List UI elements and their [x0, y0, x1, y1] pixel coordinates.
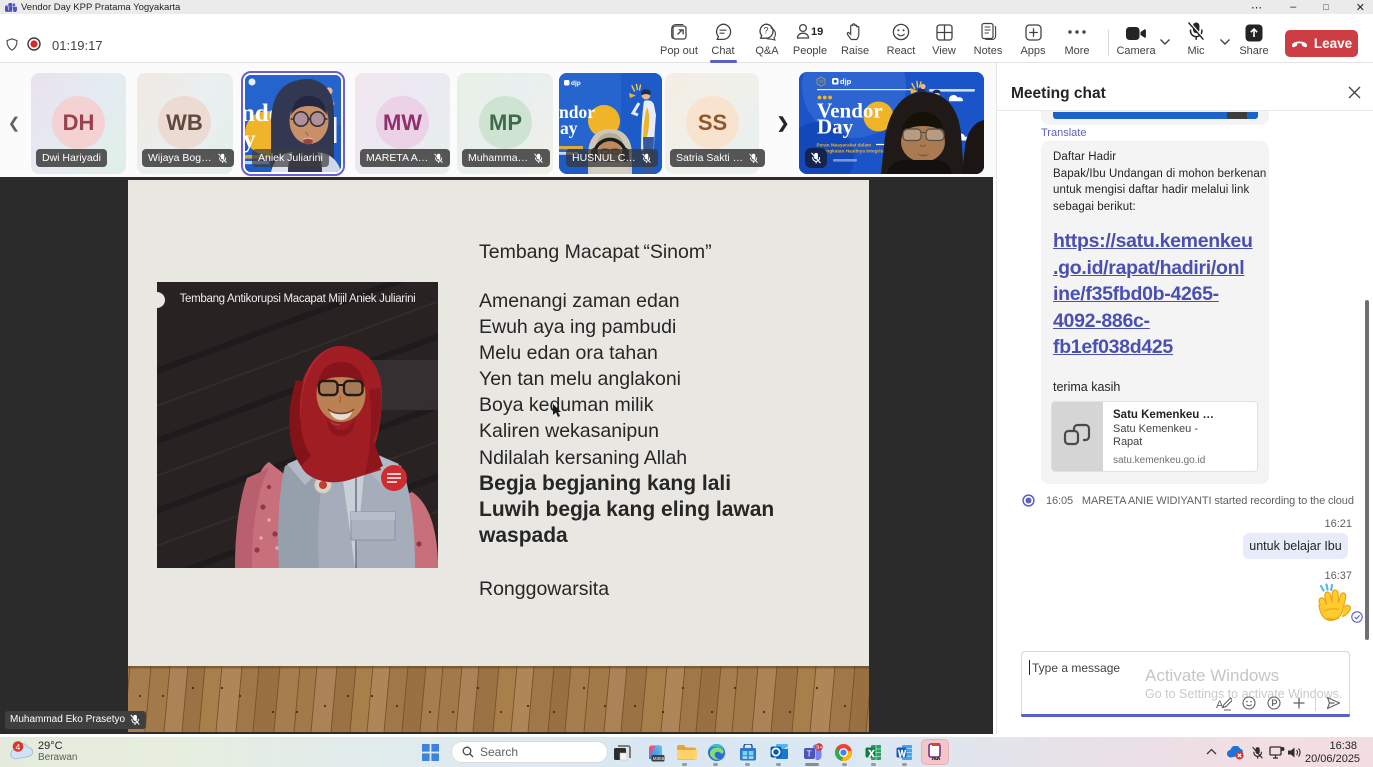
svg-text:ay: ay	[560, 118, 578, 138]
svg-text:4: 4	[16, 742, 21, 752]
svg-text:Peran Masyarakat dalam: Peran Masyarakat dalam	[817, 143, 872, 148]
svg-text:Day: Day	[817, 115, 854, 139]
svg-text:M365: M365	[653, 756, 665, 761]
svg-text:T: T	[807, 749, 812, 759]
svg-text:djp: djp	[571, 80, 581, 87]
svg-text:?: ?	[763, 26, 768, 36]
svg-text:9+: 9+	[816, 745, 822, 751]
svg-text:A: A	[1216, 699, 1224, 711]
svg-text:djp: djp	[840, 77, 852, 86]
svg-text:19: 19	[811, 26, 823, 38]
svg-text:Peningkatan Hasilnya Integrita: Peningkatan Hasilnya Integritas	[817, 148, 888, 153]
